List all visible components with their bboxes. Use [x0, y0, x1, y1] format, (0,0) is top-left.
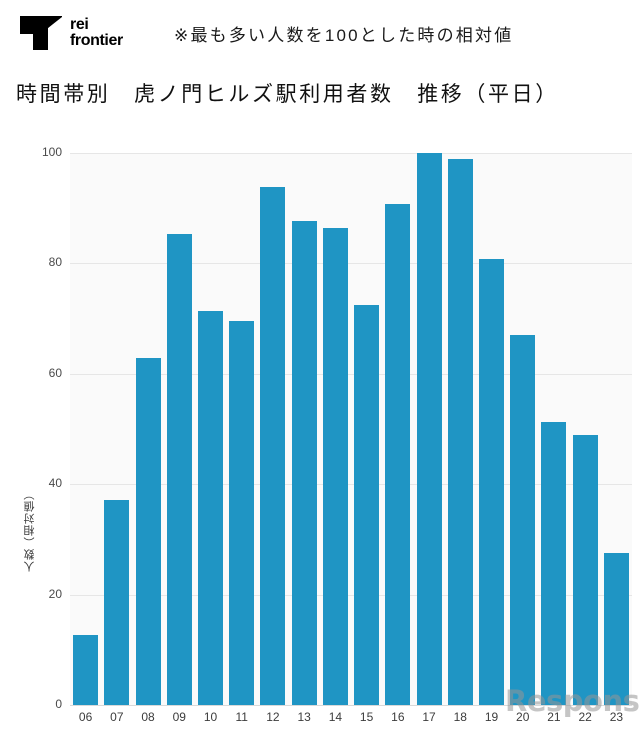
bar: [541, 422, 567, 705]
bar: [416, 153, 442, 705]
bar: [322, 228, 348, 705]
bar-series: [70, 153, 632, 705]
x-axis-tick-label: 18: [453, 710, 467, 724]
bar: [260, 187, 286, 705]
brand-name-line1: rei: [70, 15, 89, 33]
bar: [510, 335, 536, 705]
flag-icon: [20, 16, 62, 50]
x-axis-tick-label: 21: [547, 710, 561, 724]
y-axis-tick-label: 40: [48, 476, 62, 491]
y-axis-tick-label: 80: [48, 255, 62, 270]
x-axis-tick-label: 20: [516, 710, 530, 724]
brand-wordmark: rei frontier: [70, 15, 123, 50]
x-axis-tick-label: 14: [328, 710, 343, 724]
bar: [135, 358, 161, 705]
y-axis-tick-label: 100: [41, 145, 62, 159]
y-axis-tick-label: 20: [48, 586, 62, 601]
x-axis-tick-label: 10: [203, 710, 218, 724]
chart-note: ※最も多い人数を100とした時の相対値: [174, 25, 514, 45]
bar: [479, 258, 504, 705]
bar-chart: 人数（相対値） 0 20 40 60 80 100 06 07 08 09 10 11 12 13 14 1…: [0, 128, 640, 736]
bar: [447, 158, 473, 705]
bar: [73, 634, 99, 705]
x-axis-tick-label: 12: [266, 710, 280, 724]
page-title: 時間帯別 虎ノ門ヒルズ駅利用者数 推移（平日）: [16, 83, 559, 106]
bar: [229, 321, 255, 705]
plot-area: [70, 153, 632, 706]
x-axis-tick-label: 16: [391, 710, 405, 724]
y-axis-title: 人数（相対値）: [24, 488, 36, 572]
x-axis-tick-label: 07: [110, 710, 124, 724]
x-axis-tick-label: 11: [235, 710, 248, 724]
x-axis-tick-label: 23: [609, 710, 624, 724]
x-axis-tick-label: 06: [78, 710, 93, 724]
bar: [166, 233, 192, 705]
x-axis-tick-label: 22: [578, 710, 592, 724]
page-header: rei frontier ※最も多い人数を100とした時の相対値: [0, 0, 640, 66]
x-axis-tick-label: 15: [359, 710, 374, 724]
bar: [354, 305, 380, 705]
y-axis-tick-label: 0: [55, 697, 62, 711]
y-axis-tick-label: 60: [48, 365, 62, 380]
x-axis-tick-label: 08: [141, 710, 155, 724]
brand-logo: rei frontier: [18, 9, 158, 57]
bar: [572, 435, 598, 705]
bar: [385, 203, 411, 705]
bar: [104, 500, 130, 705]
brand-name-line2: frontier: [70, 32, 123, 49]
x-axis-tick-label: 13: [297, 710, 311, 724]
bar: [291, 221, 317, 705]
bar: [198, 310, 223, 705]
x-axis-tick-label: 17: [422, 710, 436, 724]
bar: [603, 553, 629, 705]
x-axis-tick-label: 09: [172, 710, 186, 724]
x-axis-tick-label: 19: [484, 710, 499, 724]
